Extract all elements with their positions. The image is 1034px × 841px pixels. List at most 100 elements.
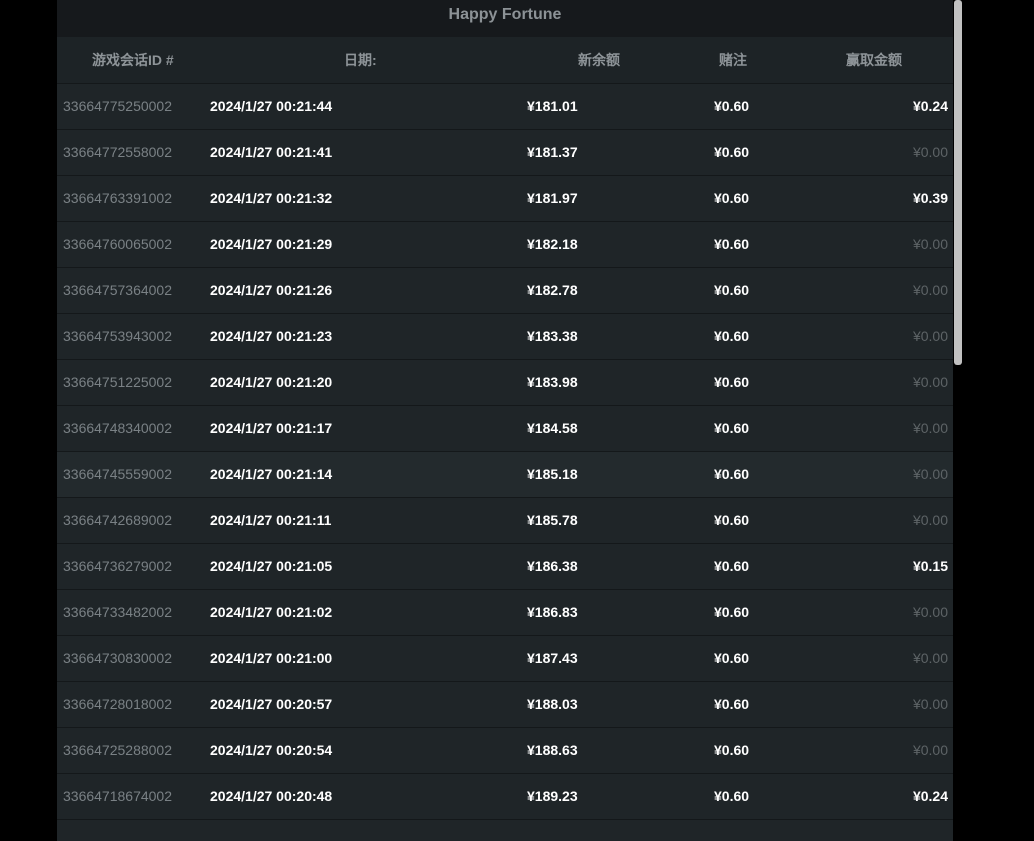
bet-cell: ¥0.60 [714, 190, 750, 206]
new-balance-cell: ¥188.63 [527, 742, 578, 758]
date-cell: 2024/1/27 00:21:05 [210, 558, 333, 574]
new-balance-cell: ¥186.83 [527, 604, 578, 620]
history-panel: Happy Fortune 游戏会话ID # 日期: 新余额 赌注 赢取金额 3… [57, 0, 953, 841]
win-amount-cell: ¥0.00 [912, 696, 948, 712]
bet-cell: ¥0.60 [714, 328, 750, 344]
bet-cell: ¥0.60 [714, 98, 750, 114]
win-amount-cell: ¥0.39 [912, 190, 948, 206]
win-amount-cell: ¥0.00 [912, 650, 948, 666]
table-row[interactable]: 33664718674002 2024/1/27 00:20:48 ¥189.23 ¥… [57, 774, 953, 820]
win-amount-cell: ¥0.00 [912, 512, 948, 528]
date-cell: 2024/1/27 00:20:48 [210, 788, 333, 804]
date-cell: 2024/1/27 00:21:02 [210, 604, 333, 620]
win-amount-cell: ¥0.00 [912, 374, 948, 390]
table-row[interactable]: 33664760065002 2024/1/27 00:21:29 ¥182.18 ¥… [57, 222, 953, 268]
table-row[interactable]: 33664775250002 2024/1/27 00:21:44 ¥181.01 ¥… [57, 84, 953, 130]
win-amount-cell: ¥0.00 [912, 604, 948, 620]
date-cell: 2024/1/27 00:20:54 [210, 742, 333, 758]
column-header-bet[interactable]: 赌注 [719, 37, 747, 83]
date-cell: 2024/1/27 00:21:17 [210, 420, 333, 436]
date-cell: 2024/1/27 00:21:20 [210, 374, 333, 390]
new-balance-cell: ¥182.78 [527, 282, 578, 298]
bet-cell: ¥0.60 [714, 650, 750, 666]
session-id-cell: 33664745559002 [63, 466, 173, 482]
win-amount-cell: ¥0.24 [912, 788, 948, 804]
session-id-cell: 33664760065002 [63, 236, 173, 252]
table-row[interactable]: 33664753943002 2024/1/27 00:21:23 ¥183.38 ¥… [57, 314, 953, 360]
new-balance-cell: ¥182.18 [527, 236, 578, 252]
session-id-cell: 33664751225002 [63, 374, 173, 390]
win-amount-cell: ¥0.15 [912, 558, 948, 574]
date-cell: 2024/1/27 00:21:23 [210, 328, 333, 344]
win-amount-cell: ¥0.00 [912, 466, 948, 482]
date-cell: 2024/1/27 00:21:14 [210, 466, 333, 482]
win-amount-cell: ¥0.00 [912, 236, 948, 252]
bet-cell: ¥0.60 [714, 466, 750, 482]
date-cell: 2024/1/27 00:20:57 [210, 696, 333, 712]
date-cell: 2024/1/27 00:21:26 [210, 282, 333, 298]
table-row[interactable]: 33664748340002 2024/1/27 00:21:17 ¥184.58 ¥… [57, 406, 953, 452]
session-list: 33664775250002 2024/1/27 00:21:44 ¥181.01 ¥… [57, 84, 953, 820]
table-row[interactable]: 33664763391002 2024/1/27 00:21:32 ¥181.97 ¥… [57, 176, 953, 222]
new-balance-cell: ¥188.03 [527, 696, 578, 712]
date-cell: 2024/1/27 00:21:44 [210, 98, 333, 114]
session-id-cell: 33664725288002 [63, 742, 173, 758]
table-row[interactable]: 33664742689002 2024/1/27 00:21:11 ¥185.78 ¥… [57, 498, 953, 544]
table-row[interactable]: 33664736279002 2024/1/27 00:21:05 ¥186.38 ¥… [57, 544, 953, 590]
game-title: Happy Fortune [57, 0, 953, 37]
win-amount-cell: ¥0.00 [912, 282, 948, 298]
new-balance-cell: ¥183.98 [527, 374, 578, 390]
bet-cell: ¥0.60 [714, 512, 750, 528]
bet-cell: ¥0.60 [714, 420, 750, 436]
new-balance-cell: ¥185.78 [527, 512, 578, 528]
new-balance-cell: ¥189.23 [527, 788, 578, 804]
date-cell: 2024/1/27 00:21:32 [210, 190, 333, 206]
new-balance-cell: ¥181.97 [527, 190, 578, 206]
date-cell: 2024/1/27 00:21:29 [210, 236, 333, 252]
win-amount-cell: ¥0.24 [912, 98, 948, 114]
table-row[interactable]: 33664725288002 2024/1/27 00:20:54 ¥188.63 ¥… [57, 728, 953, 774]
bet-cell: ¥0.60 [714, 742, 750, 758]
session-id-cell: 33664775250002 [63, 98, 173, 114]
session-id-cell: 33664728018002 [63, 696, 173, 712]
date-cell: 2024/1/27 00:21:11 [210, 512, 332, 528]
column-header-date[interactable]: 日期: [344, 37, 377, 83]
new-balance-cell: ¥183.38 [527, 328, 578, 344]
bet-cell: ¥0.60 [714, 558, 750, 574]
new-balance-cell: ¥181.01 [527, 98, 578, 114]
table-row[interactable]: 33664728018002 2024/1/27 00:20:57 ¥188.03 ¥… [57, 682, 953, 728]
scrollbar-thumb[interactable] [954, 0, 962, 365]
new-balance-cell: ¥187.43 [527, 650, 578, 666]
bet-cell: ¥0.60 [714, 788, 750, 804]
session-id-cell: 33664742689002 [63, 512, 173, 528]
table-row[interactable]: 33664751225002 2024/1/27 00:21:20 ¥183.98 ¥… [57, 360, 953, 406]
table-row[interactable]: 33664730830002 2024/1/27 00:21:00 ¥187.43 ¥… [57, 636, 953, 682]
session-id-cell: 33664736279002 [63, 558, 173, 574]
table-row[interactable]: 33664772558002 2024/1/27 00:21:41 ¥181.37 ¥… [57, 130, 953, 176]
session-id-cell: 33664772558002 [63, 144, 173, 160]
new-balance-cell: ¥181.37 [527, 144, 578, 160]
table-row[interactable]: 33664745559002 2024/1/27 00:21:14 ¥185.18 ¥… [57, 452, 953, 498]
table-row[interactable]: 33664733482002 2024/1/27 00:21:02 ¥186.83 ¥… [57, 590, 953, 636]
session-id-cell: 33664733482002 [63, 604, 173, 620]
new-balance-cell: ¥185.18 [527, 466, 578, 482]
table-header: 游戏会话ID # 日期: 新余额 赌注 赢取金额 [57, 37, 953, 84]
session-id-cell: 33664757364002 [63, 282, 173, 298]
win-amount-cell: ¥0.00 [912, 742, 948, 758]
date-cell: 2024/1/27 00:21:41 [210, 144, 333, 160]
bet-cell: ¥0.60 [714, 374, 750, 390]
column-header-win-amount[interactable]: 赢取金额 [846, 37, 902, 83]
win-amount-cell: ¥0.00 [912, 144, 948, 160]
session-id-cell: 33664748340002 [63, 420, 173, 436]
table-row[interactable]: 33664757364002 2024/1/27 00:21:26 ¥182.78 ¥… [57, 268, 953, 314]
column-header-new-balance[interactable]: 新余额 [578, 37, 620, 83]
win-amount-cell: ¥0.00 [912, 420, 948, 436]
session-id-cell: 33664763391002 [63, 190, 173, 206]
bet-cell: ¥0.60 [714, 236, 750, 252]
column-header-session-id[interactable]: 游戏会话ID # [92, 37, 174, 83]
bet-cell: ¥0.60 [714, 282, 750, 298]
session-id-cell: 33664753943002 [63, 328, 173, 344]
date-cell: 2024/1/27 00:21:00 [210, 650, 333, 666]
session-id-cell: 33664730830002 [63, 650, 173, 666]
bet-cell: ¥0.60 [714, 696, 750, 712]
